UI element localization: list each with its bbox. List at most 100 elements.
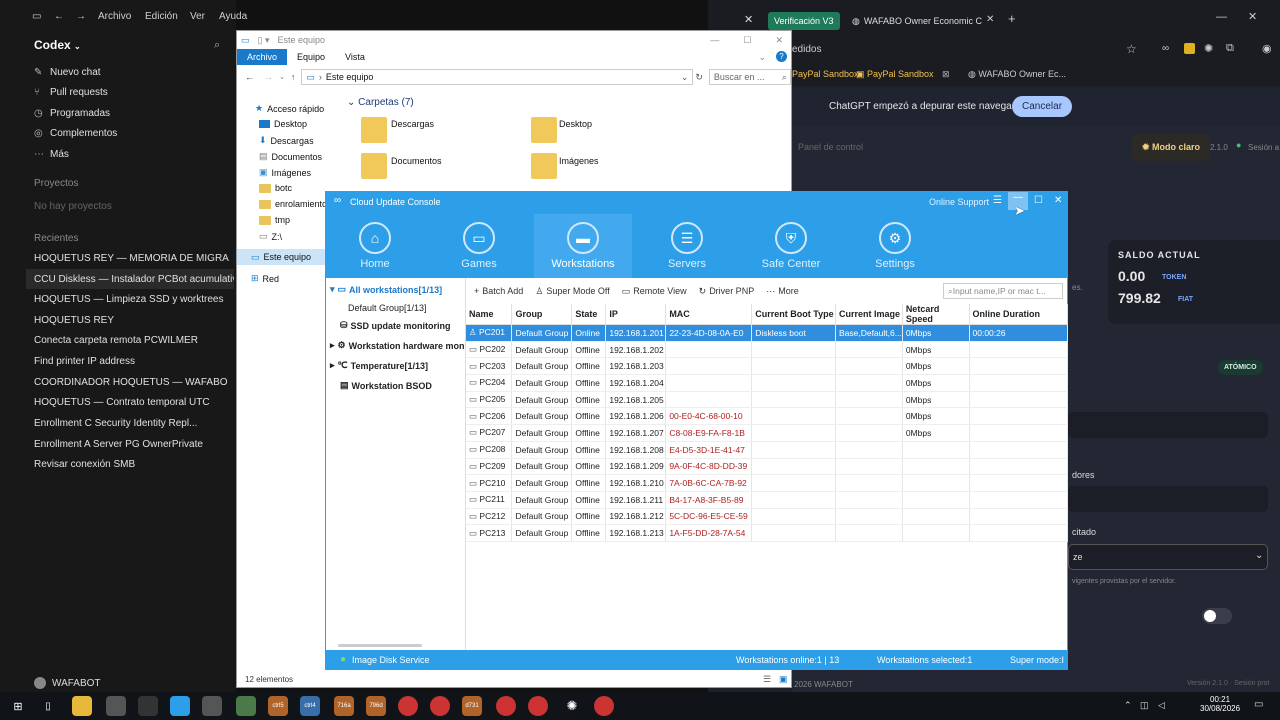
refresh-icon[interactable]: ↻	[695, 72, 703, 83]
windows-start-icon[interactable]: ⊞	[8, 696, 28, 716]
column-header[interactable]: Online Duration	[969, 304, 1069, 325]
table-row[interactable]: ▭ PC210 Default Group Offline 192.168.1.210…	[466, 474, 1069, 492]
close-icon[interactable]: ✕	[775, 35, 783, 46]
bookmark-paypal[interactable]: PayPal Sandbox	[792, 69, 859, 79]
table-row[interactable]: ▭ PC203 Default Group Offline 192.168.1.203…	[466, 357, 1069, 376]
nav-downloads[interactable]: ⬇ Descargas	[259, 135, 314, 146]
bookmark-paypal[interactable]: ▣ PayPal Sandbox	[856, 69, 934, 80]
group-header[interactable]: ⌄ Carpetas (7)	[347, 97, 414, 108]
menu-ver[interactable]: Ver	[190, 11, 205, 22]
chrome-icon[interactable]	[528, 696, 548, 716]
nav-pull-requests[interactable]: ⑂ Pull requests	[34, 83, 108, 101]
online-support-link[interactable]: Online Support	[929, 197, 989, 207]
search-input[interactable]: ⌕ Input name,IP or mac t...	[943, 283, 1063, 299]
nav-this-pc[interactable]: ▭ Este equipo	[237, 249, 325, 265]
search-input[interactable]: Buscar en ... ⌕	[708, 69, 791, 85]
bookmark-wafabo[interactable]: ◍ WAFABO Owner Ec...	[968, 69, 1066, 80]
table-row-selected[interactable]: ♙ PC201 Default Group Online 192.168.1.201 2…	[466, 324, 1069, 342]
more-button[interactable]: ⋯ More	[766, 286, 799, 297]
taskbar-ctrl4[interactable]: ctrl4	[300, 696, 320, 716]
nav-more[interactable]: ⋯ Más	[34, 145, 69, 163]
driver-pnp-button[interactable]: ↻ Driver PNP	[699, 286, 755, 297]
taskbar-796d[interactable]: 796d	[366, 696, 386, 716]
tree-temperature[interactable]: ▸ ℃ Temperature[1/13]	[330, 360, 428, 371]
app-icon[interactable]	[106, 696, 126, 716]
back-arrow-icon[interactable]: ←	[54, 11, 64, 22]
extension-icon[interactable]	[1184, 43, 1195, 54]
table-row[interactable]: ▭ PC207 Default Group Offline 192.168.1.207…	[466, 424, 1069, 442]
tab-archivo[interactable]: Archivo	[237, 49, 288, 65]
clock[interactable]: 00:21 30/08/2026	[1200, 695, 1240, 713]
batch-add-button[interactable]: + Batch Add	[474, 286, 523, 296]
openai-icon[interactable]: ✺	[562, 696, 582, 716]
tab-games[interactable]: ▭ Games	[430, 214, 528, 278]
menu-icon[interactable]: ☰	[993, 195, 1002, 206]
ccu-taskbar-icon[interactable]	[170, 696, 190, 716]
maximize-icon[interactable]: ☐	[1034, 195, 1043, 206]
column-header[interactable]: State	[571, 304, 607, 325]
recent-item[interactable]: HOQUETUS REY — MEMORIA DE MIGRA	[34, 248, 230, 268]
nav-folder-tmp[interactable]: tmp	[259, 215, 290, 225]
nav-plugins[interactable]: ◎ Complementos	[34, 124, 117, 142]
bookmark-folder-icon[interactable]: ⊠	[942, 69, 950, 80]
address-bar[interactable]: edidos	[792, 44, 821, 55]
tab-vista[interactable]: Vista	[335, 49, 375, 65]
recent-locations-icon[interactable]: ⌄	[279, 73, 285, 81]
help-icon[interactable]: ?	[776, 51, 787, 62]
tab-workstations[interactable]: ▬ Workstations	[534, 214, 632, 278]
recent-item[interactable]: Conecta carpeta remota PCWILMER	[34, 330, 230, 350]
close-icon[interactable]: ✕	[744, 13, 753, 26]
column-header[interactable]: IP	[605, 304, 667, 325]
chrome-icon[interactable]	[430, 696, 450, 716]
nav-scheduled[interactable]: ◷ Programadas	[34, 104, 110, 122]
star-icon[interactable]: ☆	[1126, 42, 1137, 56]
back-arrow-icon[interactable]: ←	[245, 72, 254, 82]
menu-archivo[interactable]: Archivo	[98, 11, 131, 22]
table-row[interactable]: ▭ PC206 Default Group Offline 192.168.1.206…	[466, 407, 1069, 426]
network-icon[interactable]: ◫	[1140, 700, 1149, 711]
minimize-icon[interactable]: —	[1216, 11, 1227, 23]
tab-home[interactable]: ⌂ Home	[326, 214, 424, 278]
close-tab-icon[interactable]: ✕	[986, 14, 994, 25]
app-icon[interactable]	[138, 696, 158, 716]
column-header[interactable]: Group	[511, 304, 573, 325]
close-icon[interactable]: ✕	[1248, 10, 1257, 23]
user-profile[interactable]: WAFABOT	[34, 677, 101, 689]
chrome-icon[interactable]	[496, 696, 516, 716]
forward-arrow-icon[interactable]: →	[76, 11, 86, 22]
recent-item[interactable]: Revisar conexión SMB	[34, 454, 230, 474]
tab-servers[interactable]: ☰ Servers	[638, 214, 736, 278]
column-header[interactable]: Netcard Speed	[902, 304, 970, 325]
nav-new-chat[interactable]: ✎ Nuevo chat	[34, 63, 101, 81]
super-mode-button[interactable]: ♙ Super Mode Off	[535, 286, 609, 297]
tray-chevron-icon[interactable]: ⌃	[1124, 700, 1132, 711]
scrollbar[interactable]	[338, 644, 422, 647]
ribbon-expand-icon[interactable]: ⌄	[748, 49, 776, 65]
app-icon[interactable]	[202, 696, 222, 716]
recent-item[interactable]: Enrollment A Server PG OwnerPrivate	[34, 434, 230, 454]
table-row[interactable]: ▭ PC205 Default Group Offline 192.168.1.205…	[466, 391, 1069, 409]
recent-item[interactable]: COORDINADOR HOQUETUS — WAFABO	[34, 372, 230, 392]
tree-ssd-monitoring[interactable]: ⛁ SSD update monitoring	[340, 320, 451, 331]
table-row[interactable]: ▭ PC209 Default Group Offline 192.168.1.209…	[466, 458, 1069, 476]
chrome-icon[interactable]	[398, 696, 418, 716]
nav-desktop[interactable]: Desktop	[259, 119, 307, 129]
recent-item[interactable]: Find printer IP address	[34, 351, 230, 371]
forward-arrow-icon[interactable]: →	[264, 72, 273, 82]
tab-equipo[interactable]: Equipo	[287, 49, 335, 65]
table-row[interactable]: ▭ PC213 Default Group Offline 192.168.1.213…	[466, 524, 1069, 542]
recent-item[interactable]: HOQUETUS REY	[34, 310, 230, 330]
taskbar-ctrl5[interactable]: ctrl5	[268, 696, 288, 716]
taskbar-716a[interactable]: 716a	[334, 696, 354, 716]
puzzle-icon[interactable]: ⧉	[1226, 42, 1234, 55]
quick-access-toolbar[interactable]: ▯ ▾	[258, 35, 270, 46]
profile-icon[interactable]: ◉	[1262, 42, 1272, 55]
recent-item-selected[interactable]: CCU Diskless — Instalador PCBot acumulat…	[26, 269, 234, 289]
tree-all-workstations[interactable]: ▾ ▭ All workstations[1/13]	[330, 284, 442, 295]
select-field[interactable]: ze ⌄	[1068, 544, 1268, 570]
volume-icon[interactable]: ◁	[1158, 700, 1165, 711]
tiles-view-icon[interactable]: ▣	[779, 674, 788, 685]
nav-documents[interactable]: ▤ Documentos	[259, 151, 322, 162]
nav-folder-enrolamiento[interactable]: enrolamiento	[259, 199, 327, 209]
codex-app-title[interactable]: Codex ⌄	[34, 38, 81, 52]
